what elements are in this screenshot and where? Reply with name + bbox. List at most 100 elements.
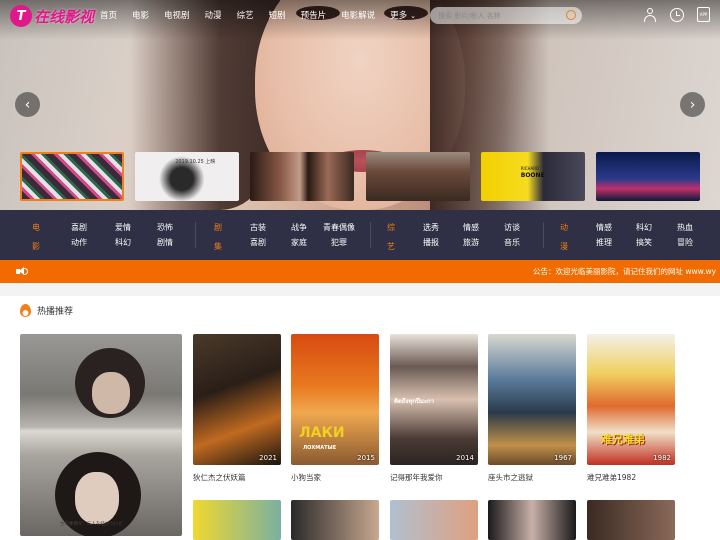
nav-variety[interactable]: 综艺 xyxy=(237,9,254,21)
category-link[interactable]: 家庭 xyxy=(291,237,307,248)
movie-card[interactable]: 难兄难弟 1982 难兄难弟1982 xyxy=(587,334,675,483)
category-group-title[interactable]: 电影 xyxy=(31,218,41,256)
category-bar: 电影 喜剧 爱情 恐怖 动作 科幻 剧情 剧集 古装 战争 青春偶像 喜剧 家庭… xyxy=(0,210,720,260)
category-link[interactable]: 热血 xyxy=(677,222,693,233)
history-clock-icon[interactable] xyxy=(670,8,684,22)
carousel-prev-button[interactable]: ‹ xyxy=(15,92,40,117)
hot-recommendations: 热播推荐 生の季節が、二人を結びつけた 2021 狄仁杰之伏妖篇 ЛАКИ ЛО… xyxy=(0,296,720,540)
category-link[interactable]: 访谈 xyxy=(504,222,520,233)
carousel-thumb-6[interactable] xyxy=(595,152,700,201)
category-link[interactable]: 选秀 xyxy=(423,222,439,233)
movie-year: 1982 xyxy=(653,454,671,462)
movie-poster-row2[interactable] xyxy=(193,500,281,540)
movie-poster-row2[interactable] xyxy=(291,500,379,540)
carousel-thumb-2[interactable]: 2019.10.25 上映 xyxy=(135,152,240,201)
carousel-thumbnails: 2019.10.25 上映 RICHARD BOONE xyxy=(20,152,700,201)
nav-movies[interactable]: 电影 xyxy=(132,9,149,21)
movie-poster-row2[interactable] xyxy=(488,500,576,540)
movie-poster[interactable]: 难兄难弟 1982 xyxy=(587,334,675,465)
category-link[interactable]: 推理 xyxy=(596,237,612,248)
search-icon[interactable] xyxy=(566,10,576,20)
category-link[interactable]: 科幻 xyxy=(115,237,131,248)
category-link[interactable]: 情感 xyxy=(596,222,612,233)
section-title: 热播推荐 xyxy=(37,307,74,317)
poster-text: ЛАКИ xyxy=(299,425,345,441)
category-link[interactable]: 动作 xyxy=(71,237,87,248)
movie-poster[interactable]: 2021 xyxy=(193,334,281,465)
logo-mark-icon: T xyxy=(10,5,32,27)
movie-title[interactable]: 小狗当家 xyxy=(291,472,379,483)
main-nav: 首页 电影 电视剧 动漫 综艺 短剧 预告片 电影解说 更多 ⌄ xyxy=(100,9,431,21)
nav-anime[interactable]: 动漫 xyxy=(205,9,222,21)
chevron-down-icon: ⌄ xyxy=(410,12,417,20)
movie-card[interactable]: 1967 座头市之逃狱 xyxy=(488,334,576,483)
announcement-bar: 公告：欢迎光临美丽影院，请记住我们的网址 www.wy xyxy=(0,260,720,283)
category-link[interactable]: 剧情 xyxy=(157,237,173,248)
movie-year: 2021 xyxy=(259,454,277,462)
category-link[interactable]: 青春偶像 xyxy=(323,222,355,233)
movie-title[interactable]: 记得那年我爱你 xyxy=(390,472,478,483)
movie-poster-row2[interactable] xyxy=(587,500,675,540)
site-header: T 在线影视 首页 电影 电视剧 动漫 综艺 短剧 预告片 电影解说 更多 ⌄ 搜… xyxy=(0,0,720,32)
category-group-title[interactable]: 剧集 xyxy=(213,218,223,256)
nav-commentary[interactable]: 电影解说 xyxy=(341,9,375,21)
nav-more[interactable]: 更多 ⌄ xyxy=(390,9,416,21)
app-download-icon[interactable]: APP xyxy=(697,7,710,22)
site-logo[interactable]: T 在线影视 xyxy=(10,4,94,28)
category-group-title[interactable]: 动漫 xyxy=(559,218,569,256)
category-link[interactable]: 搞笑 xyxy=(636,237,652,248)
nav-home[interactable]: 首页 xyxy=(100,9,117,21)
movie-poster[interactable]: ЛАКИ ЛОХМАТЫЕ 2015 xyxy=(291,334,379,465)
category-link[interactable]: 战争 xyxy=(291,222,307,233)
poster-subtext: ЛОХМАТЫЕ xyxy=(303,445,337,451)
user-icon[interactable] xyxy=(643,8,657,22)
category-link[interactable]: 情感 xyxy=(463,222,479,233)
movie-poster-row2[interactable] xyxy=(390,500,478,540)
carousel-thumb-3[interactable] xyxy=(250,152,355,201)
nav-more-label: 更多 xyxy=(390,11,408,21)
category-group-title[interactable]: 综艺 xyxy=(386,218,396,256)
movie-year: 2014 xyxy=(456,454,474,462)
movie-year: 2015 xyxy=(357,454,375,462)
poster-text: คิดถึงทุกปีมะกา xyxy=(394,398,435,405)
featured-poster[interactable]: 生の季節が、二人を結びつけた xyxy=(20,334,182,536)
category-link[interactable]: 爱情 xyxy=(115,222,131,233)
movie-card[interactable]: 2021 狄仁杰之伏妖篇 xyxy=(193,334,281,483)
movie-card[interactable]: คิดถึงทุกปีมะกา 2014 记得那年我爱你 xyxy=(390,334,478,483)
category-link[interactable]: 音乐 xyxy=(504,237,520,248)
movie-title[interactable]: 狄仁杰之伏妖篇 xyxy=(193,472,281,483)
nav-trailers[interactable]: 预告片 xyxy=(301,9,327,21)
category-link[interactable]: 犯罪 xyxy=(331,237,347,248)
category-link[interactable]: 播报 xyxy=(423,237,439,248)
category-link[interactable]: 喜剧 xyxy=(71,222,87,233)
thumb-label-top: RICHARD xyxy=(520,166,540,171)
movie-poster[interactable]: 1967 xyxy=(488,334,576,465)
category-link[interactable]: 古装 xyxy=(250,222,266,233)
logo-text: 在线影视 xyxy=(34,7,95,26)
category-link[interactable]: 旅游 xyxy=(463,237,479,248)
carousel-thumb-4[interactable] xyxy=(365,152,470,201)
category-link[interactable]: 恐怖 xyxy=(157,222,173,233)
search-placeholder: 搜索 影片/影人 名称 xyxy=(438,11,501,20)
carousel-thumb-1[interactable] xyxy=(20,152,124,201)
category-link[interactable]: 喜剧 xyxy=(250,237,266,248)
nav-tv[interactable]: 电视剧 xyxy=(164,9,190,21)
speaker-icon xyxy=(16,267,28,276)
movie-card[interactable]: ЛАКИ ЛОХМАТЫЕ 2015 小狗当家 xyxy=(291,334,379,483)
thumb-label: BOONE xyxy=(520,172,545,179)
nav-short-drama[interactable]: 短剧 xyxy=(269,9,286,21)
movie-poster[interactable]: คิดถึงทุกปีมะกา 2014 xyxy=(390,334,478,465)
category-link[interactable]: 冒险 xyxy=(677,237,693,248)
poster-caption: 生の季節が、二人を結びつけた xyxy=(60,522,123,527)
carousel-thumb-5[interactable]: RICHARD BOONE xyxy=(480,152,585,201)
movie-title[interactable]: 座头市之逃狱 xyxy=(488,472,576,483)
announcement-text: 公告：欢迎光临美丽影院，请记住我们的网址 www.wy xyxy=(533,267,717,276)
category-link[interactable]: 科幻 xyxy=(636,222,652,233)
carousel-next-button[interactable]: › xyxy=(680,92,705,117)
poster-text: 难兄难弟 xyxy=(601,433,645,446)
poster-figure-face xyxy=(92,372,130,414)
poster-figure-face xyxy=(75,472,119,524)
fire-icon xyxy=(20,304,31,317)
movie-title[interactable]: 难兄难弟1982 xyxy=(587,472,675,483)
search-input[interactable]: 搜索 影片/影人 名称 xyxy=(430,7,582,24)
